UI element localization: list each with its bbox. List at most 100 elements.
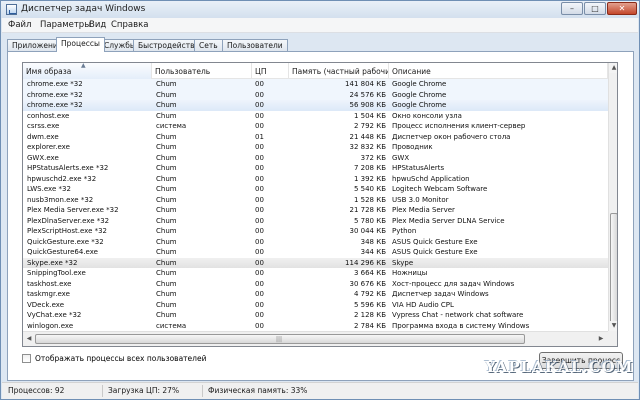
table-row[interactable]: hpwuschd2.exe *32 Chum 00 1 392 КБ hpwuSchd … bbox=[23, 174, 608, 185]
cell-memory: 344 КБ bbox=[360, 248, 386, 256]
cell-cpu: 00 bbox=[255, 143, 264, 151]
column-memory[interactable]: Память (частный рабочий набор) bbox=[289, 63, 389, 79]
table-row[interactable]: QuickGesture64.exe Chum 00 344 КБ ASUS Quick… bbox=[23, 247, 608, 258]
table-row[interactable]: VDeck.exe Chum 00 5 596 КБ VIA HD Audio CPL bbox=[23, 300, 608, 311]
table-row[interactable]: taskhost.exe Chum 00 30 676 КБ Хост-процесс … bbox=[23, 279, 608, 290]
table-row[interactable]: HPStatusAlerts.exe *32 Chum 00 7 208 КБ HPSt… bbox=[23, 163, 608, 174]
cell-memory: 5 540 КБ bbox=[353, 185, 386, 193]
cell-memory: 372 КБ bbox=[360, 153, 386, 162]
cell-memory: 141 804 КБ bbox=[345, 80, 386, 88]
minimize-button[interactable]: – bbox=[561, 2, 583, 15]
cell-user: Chum bbox=[156, 269, 177, 277]
table-row[interactable]: dwm.exe Chum 01 21 448 КБ Диспетчер окон раб… bbox=[23, 132, 608, 143]
cell-user: Chum bbox=[156, 300, 177, 309]
task-manager-icon bbox=[6, 4, 17, 15]
status-processes: Процессов: 92 bbox=[8, 386, 65, 395]
table-row[interactable]: QuickGesture.exe *32 Chum 00 348 КБ ASUS Qui… bbox=[23, 237, 608, 248]
cell-memory: 3 664 КБ bbox=[353, 269, 386, 277]
column-cpu[interactable]: ЦП bbox=[252, 63, 289, 79]
sort-ascending-icon: ▲ bbox=[81, 63, 86, 69]
tab-users[interactable]: Пользователи bbox=[222, 39, 288, 51]
table-row[interactable]: conhost.exe Chum 00 1 504 КБ Окно консоли уз… bbox=[23, 111, 608, 122]
table-row[interactable]: VyChat.exe *32 Chum 00 2 128 КБ Vypress Chat… bbox=[23, 310, 608, 321]
column-description[interactable]: Описание bbox=[389, 63, 608, 79]
cell-memory: 1 528 КБ bbox=[353, 195, 386, 204]
table-row[interactable]: chrome.exe *32 Chum 00 56 908 КБ Google Chro… bbox=[23, 100, 608, 111]
tab-network[interactable]: Сеть bbox=[194, 39, 223, 51]
vertical-scroll-thumb[interactable] bbox=[610, 213, 617, 323]
table-row[interactable]: nusb3mon.exe *32 Chum 00 1 528 КБ USB 3.0 Mo… bbox=[23, 195, 608, 206]
table-row[interactable]: explorer.exe Chum 00 32 832 КБ Проводник bbox=[23, 142, 608, 153]
cell-user: Chum bbox=[156, 206, 177, 214]
show-all-users-checkbox[interactable] bbox=[22, 354, 31, 363]
table-row[interactable]: Plex Media Server.exe *32 Chum 00 21 728 КБ… bbox=[23, 205, 608, 216]
tab-processes[interactable]: Процессы bbox=[56, 37, 105, 52]
cell-description: Процесс исполнения клиент-сервер bbox=[392, 122, 526, 130]
cell-cpu: 00 bbox=[255, 164, 264, 172]
cell-memory: 21 728 КБ bbox=[349, 206, 387, 214]
menu-view[interactable]: Вид bbox=[89, 20, 106, 30]
table-row[interactable]: SnippingTool.exe Chum 00 3 664 КБ Ножницы bbox=[23, 268, 608, 279]
column-user[interactable]: Пользователь bbox=[152, 63, 252, 79]
cell-description: Plex Media Server DLNA Service bbox=[392, 216, 505, 225]
cell-user: Chum bbox=[156, 132, 177, 141]
cell-description: Python bbox=[392, 227, 417, 235]
arrow-right-icon[interactable]: ▶ bbox=[596, 334, 606, 344]
cell-user: Chum bbox=[156, 279, 177, 288]
table-row[interactable]: Skype.exe *32 Chum 00 114 296 КБ Skype bbox=[23, 257, 608, 268]
menu-options[interactable]: Параметры bbox=[40, 20, 91, 30]
table-row[interactable]: chrome.exe *32 Chum 00 24 576 КБ Google Chro… bbox=[23, 89, 608, 100]
table-row[interactable]: taskmgr.exe Chum 00 4 792 КБ Диспетчер задач… bbox=[23, 289, 608, 300]
close-button[interactable]: ✕ bbox=[607, 2, 637, 15]
tab-strip: Приложения Процессы Службы Быстродействи… bbox=[7, 37, 607, 52]
cell-description: Диспетчер окон рабочего стола bbox=[392, 132, 511, 141]
cell-user: Chum bbox=[156, 227, 177, 235]
cell-image-name: winlogon.exe bbox=[27, 321, 74, 330]
table-row[interactable]: csrss.exe система 00 2 792 КБ Процесс исполн… bbox=[23, 121, 608, 132]
cell-cpu: 00 bbox=[255, 153, 264, 162]
table-row[interactable]: PlexScriptHost.exe *32 Chum 00 30 044 КБ Pyt… bbox=[23, 226, 608, 237]
cell-description: Logitech Webcam Software bbox=[392, 185, 488, 193]
table-row[interactable]: chrome.exe *32 Chum 00 141 804 КБ Google Chr… bbox=[23, 79, 608, 90]
process-list[interactable]: ▲ Имя образа Пользователь ЦП Память (час… bbox=[22, 62, 618, 347]
menu-help[interactable]: Справка bbox=[111, 20, 148, 30]
cell-memory: 5 780 КБ bbox=[353, 216, 386, 225]
grip-icon: ||| bbox=[276, 336, 283, 343]
table-row[interactable]: GWX.exe Chum 00 372 КБ GWX bbox=[23, 153, 608, 164]
menu-file[interactable]: Файл bbox=[8, 20, 31, 30]
cell-memory: 4 792 КБ bbox=[353, 290, 386, 298]
arrow-down-icon[interactable]: ▼ bbox=[609, 321, 617, 331]
cell-image-name: nusb3mon.exe *32 bbox=[27, 195, 94, 204]
cell-image-name: LWS.exe *32 bbox=[27, 185, 71, 193]
cell-memory: 21 448 КБ bbox=[349, 132, 387, 141]
column-image-name[interactable]: ▲ Имя образа bbox=[23, 63, 152, 79]
cell-image-name: PlexDlnaServer.exe *32 bbox=[27, 216, 110, 225]
cell-cpu: 00 bbox=[255, 311, 264, 319]
vertical-scrollbar[interactable]: ▲ ▼ bbox=[608, 63, 617, 331]
cell-user: Chum bbox=[156, 143, 177, 151]
cell-image-name: taskmgr.exe bbox=[27, 290, 70, 298]
cell-description: GWX bbox=[392, 153, 410, 162]
cell-description: Google Chrome bbox=[392, 80, 447, 88]
cell-user: Chum bbox=[156, 80, 177, 88]
table-row[interactable]: LWS.exe *32 Chum 00 5 540 КБ Logitech Webcam… bbox=[23, 184, 608, 195]
cell-description: ASUS Quick Gesture Exe bbox=[392, 237, 478, 246]
arrow-left-icon[interactable]: ◀ bbox=[24, 334, 34, 344]
cell-image-name: HPStatusAlerts.exe *32 bbox=[27, 164, 109, 172]
table-row[interactable]: winlogon.exe система 00 2 784 КБ Программа в… bbox=[23, 321, 608, 332]
horizontal-scroll-thumb[interactable]: ||| bbox=[35, 334, 525, 344]
cell-image-name: VyChat.exe *32 bbox=[27, 311, 82, 319]
column-label: Имя образа bbox=[26, 67, 72, 76]
arrow-up-icon[interactable]: ▲ bbox=[609, 63, 617, 73]
table-row[interactable]: PlexDlnaServer.exe *32 Chum 00 5 780 КБ Plex… bbox=[23, 216, 608, 227]
menu-bar: Файл Параметры Вид Справка bbox=[2, 18, 638, 33]
show-all-users-label: Отображать процессы всех пользователей bbox=[35, 354, 207, 363]
cell-description: Программа входа в систему Windows bbox=[392, 321, 530, 330]
cell-description: VIA HD Audio CPL bbox=[392, 300, 454, 309]
maximize-button[interactable]: □ bbox=[584, 2, 606, 15]
horizontal-scrollbar[interactable]: ◀ ||| ▶ bbox=[23, 331, 608, 346]
cell-description: ASUS Quick Gesture Exe bbox=[392, 248, 478, 256]
cell-image-name: QuickGesture.exe *32 bbox=[27, 237, 104, 246]
title-bar[interactable]: Диспетчер задач Windows – □ ✕ bbox=[1, 1, 639, 18]
cell-user: Chum bbox=[156, 101, 177, 109]
